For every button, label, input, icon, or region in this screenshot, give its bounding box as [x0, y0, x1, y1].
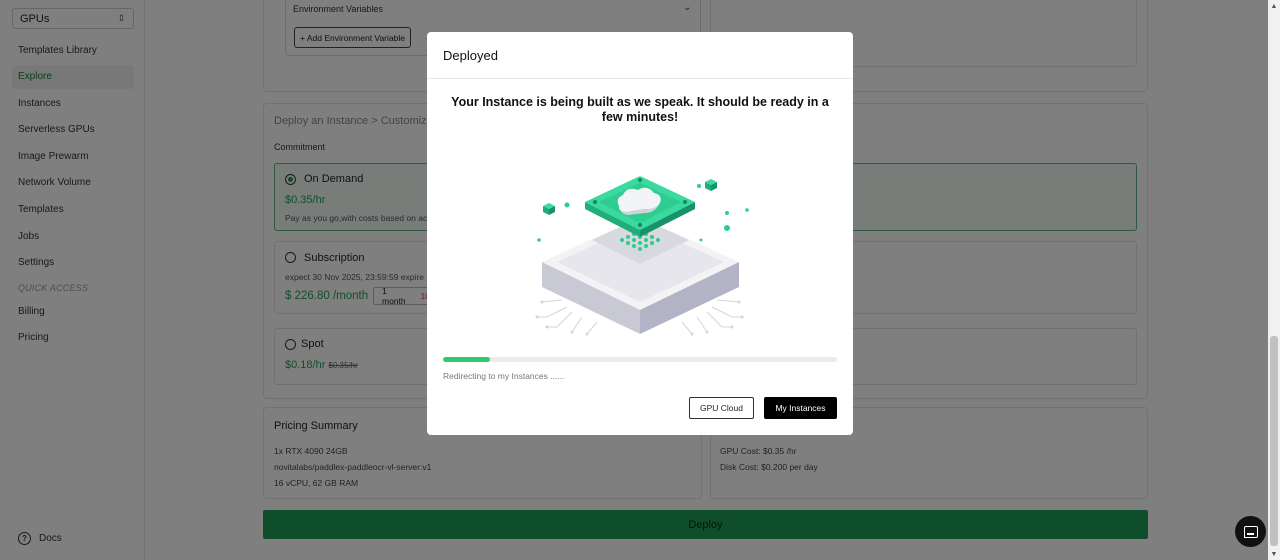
chat-icon: [1243, 525, 1258, 538]
deploy-progress-fill: [443, 357, 491, 362]
my-instances-button[interactable]: My Instances: [764, 397, 837, 419]
deploy-progress-bar: [443, 357, 837, 362]
scroll-up-arrow-icon[interactable]: ▲: [1268, 0, 1280, 12]
support-chat-button[interactable]: [1235, 516, 1266, 547]
modal-message: Your Instance is being built as we speak…: [451, 95, 829, 124]
scroll-down-arrow-icon[interactable]: ▼: [1268, 548, 1280, 560]
modal-title: Deployed: [427, 32, 853, 79]
gpu-cloud-button[interactable]: GPU Cloud: [689, 397, 754, 419]
scrollbar-thumb[interactable]: [1270, 336, 1278, 546]
redirect-status-text: Redirecting to my Instances ......: [443, 371, 565, 381]
deployed-modal: Deployed Your Instance is being built as…: [427, 32, 853, 435]
cloud-server-illustration: [535, 176, 749, 336]
